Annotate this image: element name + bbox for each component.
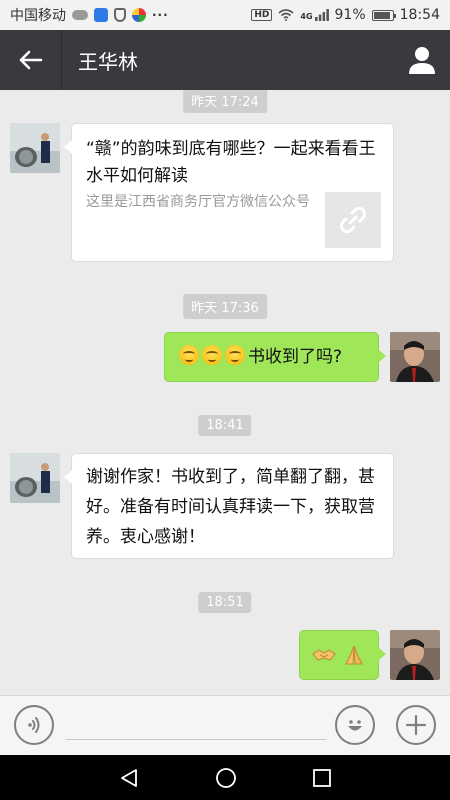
message-text: 书收到了吗? xyxy=(248,347,343,367)
more-notifications-icon: ··· xyxy=(152,8,169,22)
link-message-card[interactable]: “赣”的韵味到底有哪些？一起来看看王水平如何解读 这里是江西省商务厅官方微信公众… xyxy=(64,123,394,262)
chat-message-list[interactable]: 昨天 17:24 “赣”的韵味到底有哪些？一起来看看王水平如何解读 这里是江西省… xyxy=(0,90,450,695)
link-card-title: “赣”的韵味到底有哪些？一起来看看王水平如何解读 xyxy=(86,139,376,186)
profile-button[interactable] xyxy=(406,44,438,76)
app-color-icon xyxy=(132,8,146,22)
voice-button[interactable] xyxy=(14,705,54,745)
timestamp: 18:41 xyxy=(198,415,252,436)
signal-icon xyxy=(314,9,329,21)
square-recents-icon[interactable] xyxy=(312,768,332,788)
contact-avatar[interactable] xyxy=(10,453,60,503)
smile-emoji-icon xyxy=(202,345,222,365)
voice-icon xyxy=(28,717,40,733)
system-navigation-bar xyxy=(0,755,450,800)
app-notification-icon xyxy=(94,8,108,22)
timestamp: 18:51 xyxy=(198,592,252,613)
hd-badge: HD xyxy=(251,9,273,21)
plus-icon xyxy=(405,714,427,736)
carrier-label: 中国移动 xyxy=(10,8,66,24)
status-bar: 中国移动 ··· HD 4G 91% 18:54 xyxy=(0,0,450,30)
chat-title: 王华林 xyxy=(78,49,138,74)
message-input[interactable] xyxy=(66,710,326,740)
emoji-icon xyxy=(348,720,362,731)
shield-icon xyxy=(114,8,126,22)
outgoing-message[interactable] xyxy=(299,630,386,680)
profile-person-icon xyxy=(409,47,435,74)
incoming-message[interactable]: 谢谢作家！书收到了，简单翻了翻，甚好。准备有时间认真拜读一下，获取营养。衷心感谢… xyxy=(64,453,394,559)
pray-emoji-icon xyxy=(345,645,363,665)
smile-emoji-icon xyxy=(179,345,199,365)
battery-icon xyxy=(371,9,396,21)
more-functions-button[interactable] xyxy=(396,705,436,745)
timestamp: 昨天 17:24 xyxy=(183,90,267,113)
back-arrow-icon xyxy=(19,50,42,70)
battery-level-fill xyxy=(373,11,391,19)
link-card-thumbnail xyxy=(325,192,381,248)
wifi-icon xyxy=(278,9,294,21)
outgoing-message[interactable]: 书收到了吗? xyxy=(164,332,386,382)
network-type-label: 4G xyxy=(300,12,313,21)
triangle-back-icon[interactable] xyxy=(118,767,140,789)
clock: 18:54 xyxy=(399,7,440,23)
contact-avatar[interactable] xyxy=(10,123,60,173)
timestamp: 昨天 17:36 xyxy=(183,294,267,319)
message-text: 谢谢作家！书收到了，简单翻了翻，甚好。准备有时间认真拜读一下，获取营养。衷心感谢… xyxy=(86,467,375,547)
cloud-icon xyxy=(72,10,88,20)
circle-home-icon[interactable] xyxy=(215,767,237,789)
smile-emoji-icon xyxy=(225,345,245,365)
chat-header: 王华林 xyxy=(0,30,450,90)
battery-percent: 91% xyxy=(334,7,366,23)
emoji-button[interactable] xyxy=(335,705,375,745)
my-avatar[interactable] xyxy=(390,630,440,680)
link-icon xyxy=(339,206,367,234)
my-avatar[interactable] xyxy=(390,332,440,382)
message-input-bar xyxy=(0,695,450,755)
handshake-emoji-icon xyxy=(312,649,336,661)
link-card-description: 这里是江西省商务厅官方微信公众号 xyxy=(86,194,310,210)
back-button[interactable] xyxy=(0,30,62,90)
